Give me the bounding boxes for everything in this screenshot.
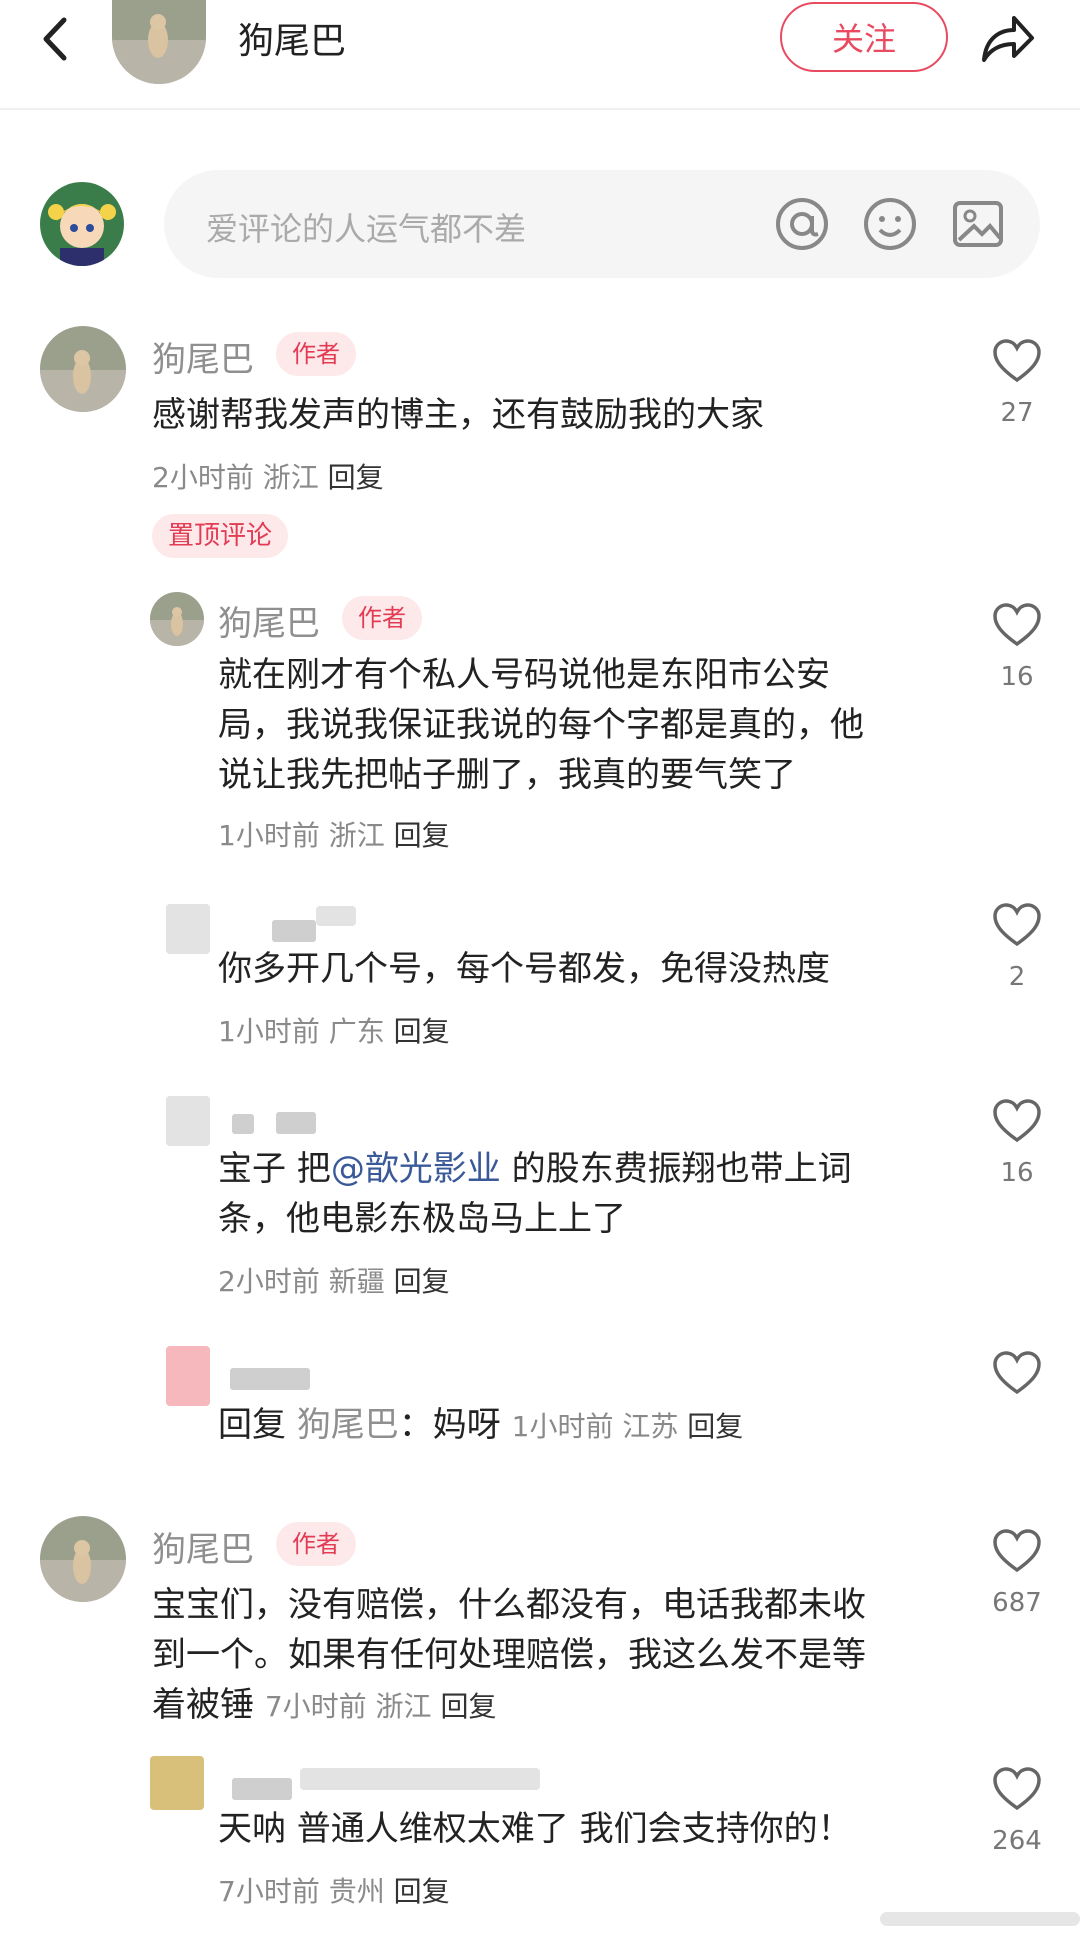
reply-button[interactable]: 回复 — [394, 1265, 450, 1298]
comment-meta: 1小时前 浙江 回复 — [218, 819, 450, 852]
commenter-name[interactable]: 狗尾巴 — [152, 332, 254, 381]
like-count: 16 — [1000, 662, 1034, 692]
comment-text: 你多开几个号，每个号都发，免得没热度 — [218, 949, 830, 989]
pinned-badge: 置顶评论 — [152, 514, 289, 558]
like-count: 687 — [992, 1588, 1042, 1618]
reply-button[interactable]: 回复 — [440, 1690, 496, 1723]
commenter-name[interactable]: 狗尾巴 — [218, 596, 320, 645]
like-count: 16 — [1000, 1158, 1034, 1188]
blurred-name — [272, 920, 316, 942]
reply-button[interactable]: 回复 — [394, 1015, 450, 1048]
mention-link[interactable]: @歆光影业 — [331, 1149, 501, 1189]
blurred-name — [316, 906, 356, 926]
author-avatar[interactable] — [112, 0, 206, 84]
like-icon[interactable] — [992, 1766, 1042, 1812]
blurred-name — [230, 1368, 310, 1390]
blurred-name — [300, 1768, 540, 1790]
commenter-avatar[interactable] — [40, 326, 126, 412]
scrollbar[interactable] — [880, 1912, 1080, 1926]
like-count: 264 — [992, 1826, 1042, 1856]
like-icon[interactable] — [992, 1528, 1042, 1574]
reply-button[interactable]: 回复 — [687, 1410, 743, 1443]
page-title: 狗尾巴 — [238, 21, 347, 62]
blurred-name — [232, 1114, 254, 1134]
like-icon[interactable] — [992, 1350, 1042, 1396]
blurred-name — [232, 1778, 292, 1800]
like-count: 2 — [1008, 962, 1026, 992]
share-icon[interactable] — [974, 8, 1038, 68]
like-icon[interactable] — [992, 338, 1042, 384]
emoji-icon[interactable] — [862, 196, 918, 252]
blurred-avatar — [150, 1756, 204, 1810]
author-badge: 作者 — [342, 596, 422, 640]
like-icon[interactable] — [992, 1098, 1042, 1144]
at-mention-icon[interactable] — [774, 196, 830, 252]
blurred-avatar — [166, 1346, 210, 1406]
blurred-avatar — [166, 1096, 210, 1146]
comment-text-line: 到一个。如果有任何处理赔偿，我这么发不是等 — [152, 1635, 866, 1675]
comment-meta: 2小时前 新疆 回复 — [218, 1265, 450, 1298]
author-badge: 作者 — [276, 1522, 356, 1566]
comment-input-placeholder: 爱评论的人运气都不差 — [206, 210, 527, 248]
commenter-name[interactable]: 狗尾巴 — [152, 1522, 254, 1571]
top-bar: 狗尾巴 关注 — [0, 0, 1080, 110]
comment-meta: 7小时前 贵州 回复 — [218, 1875, 450, 1908]
comment-text: 回复 狗尾巴：妈呀 1小时前 江苏 回复 — [218, 1405, 744, 1445]
like-icon[interactable] — [992, 902, 1042, 948]
back-icon[interactable] — [36, 14, 76, 64]
comment-text-line: 就在刚才有个私人号码说他是东阳市公安 — [218, 655, 830, 695]
my-avatar — [40, 182, 124, 266]
comment-text-line: 宝子 把@歆光影业 的股东费振翔也带上词 — [218, 1149, 852, 1189]
comment-meta: 2小时前 浙江 回复 — [152, 461, 384, 494]
like-count: 27 — [1000, 398, 1034, 428]
follow-button[interactable]: 关注 — [780, 2, 948, 72]
reply-button[interactable]: 回复 — [394, 1875, 450, 1908]
like-icon[interactable] — [992, 602, 1042, 648]
comment-text-line: 局，我说我保证我说的每个字都是真的，他 — [218, 705, 864, 745]
author-badge: 作者 — [276, 332, 356, 376]
blurred-avatar — [166, 904, 210, 954]
comment-text: 天呐 普通人维权太难了 我们会支持你的！ — [218, 1809, 852, 1849]
blurred-name — [276, 1112, 316, 1134]
header-divider — [0, 108, 1080, 110]
image-icon[interactable] — [950, 196, 1006, 252]
comment-text-line: 条，他电影东极岛马上上了 — [218, 1199, 626, 1239]
reply-to-name[interactable]: 狗尾巴 — [297, 1405, 399, 1445]
comment-text-line: 宝宝们，没有赔偿，什么都没有，电话我都未收 — [152, 1585, 866, 1625]
reply-button[interactable]: 回复 — [394, 819, 450, 852]
commenter-avatar[interactable] — [40, 1516, 126, 1602]
reply-button[interactable]: 回复 — [328, 461, 384, 494]
commenter-avatar[interactable] — [150, 592, 204, 646]
comment-input[interactable]: 爱评论的人运气都不差 — [164, 170, 1040, 278]
comment-text-line: 着被锤 7小时前 浙江 回复 — [152, 1685, 497, 1725]
comment-meta: 1小时前 广东 回复 — [218, 1015, 450, 1048]
comment-text: 感谢帮我发声的博主，还有鼓励我的大家 — [152, 395, 764, 435]
comment-text-line: 说让我先把帖子删了，我真的要气笑了 — [218, 755, 796, 795]
